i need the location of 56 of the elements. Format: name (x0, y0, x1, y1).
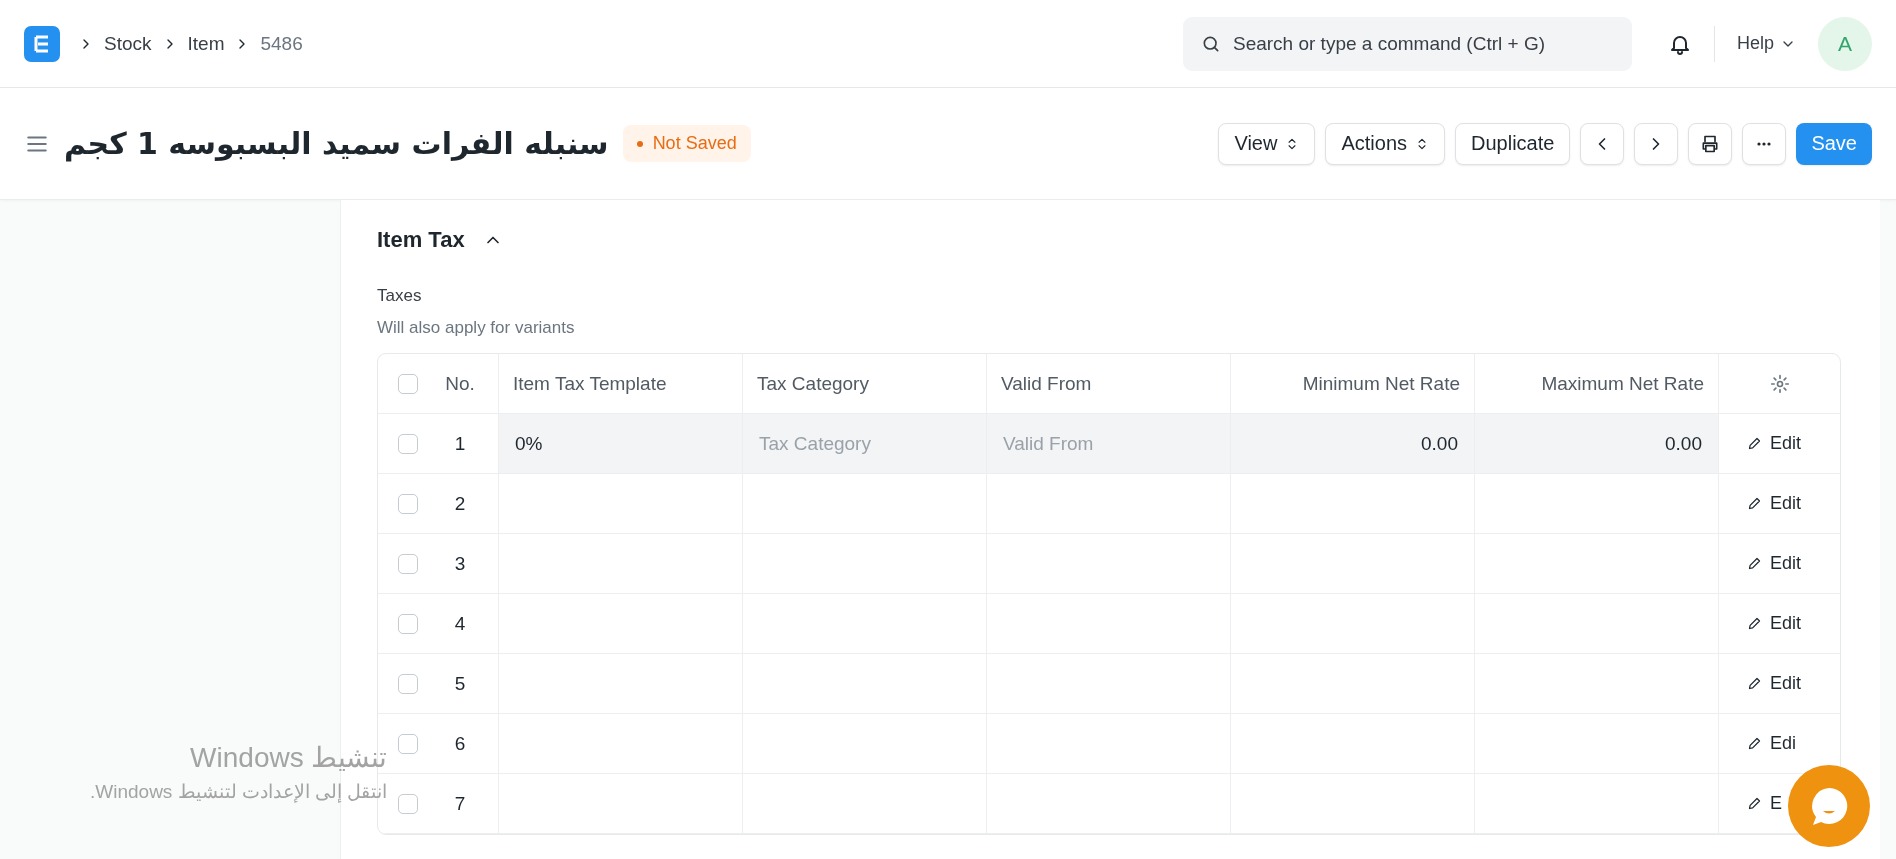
next-button[interactable] (1634, 122, 1679, 165)
settings-button[interactable] (1769, 373, 1790, 394)
pencil-icon (1747, 496, 1762, 511)
more-icon (1757, 141, 1772, 146)
pencil-icon (1747, 436, 1762, 451)
table-cell[interactable]: 0.00 (1475, 414, 1719, 473)
more-button[interactable] (1742, 122, 1787, 165)
column-header: Valid From (987, 354, 1231, 413)
edit-button[interactable]: Edit (1747, 493, 1802, 514)
duplicate-button[interactable]: Duplicate (1455, 122, 1571, 165)
pencil-icon (1747, 616, 1762, 631)
column-header: Item Tax Template (499, 354, 743, 413)
pencil-icon (1747, 676, 1762, 691)
section-title: Item Tax (377, 227, 465, 253)
breadcrumb-link[interactable]: 5486 (260, 32, 303, 55)
activation-title: تنشيط Windows (189, 741, 388, 774)
settings-icon (1769, 373, 1790, 394)
pencil-icon (1747, 796, 1762, 811)
logo-icon (34, 33, 50, 54)
row-checkbox[interactable] (398, 493, 418, 514)
column-header: Maximum Net Rate (1475, 354, 1719, 413)
field-label: Taxes (377, 286, 423, 306)
edit-button[interactable]: Edi (1747, 733, 1796, 754)
column-header: No. (422, 354, 499, 413)
row-checkbox[interactable] (398, 733, 418, 754)
app-logo[interactable] (24, 25, 60, 62)
page-title: سنبله الفرات سميد البسبوسه 1 كجم (64, 126, 609, 161)
help-menu[interactable]: Help (1736, 33, 1796, 54)
print-button[interactable] (1688, 122, 1733, 165)
select-all-checkbox[interactable] (398, 373, 418, 394)
edit-button[interactable]: Edit (1747, 553, 1802, 574)
dropdown-button[interactable]: View (1218, 122, 1316, 165)
activation-message: انتقل إلى الإعدادت لتنشيط Windows. (90, 780, 388, 803)
status-badge: Not Saved (622, 125, 751, 162)
row-checkbox[interactable] (398, 433, 418, 454)
edit-button[interactable]: Edit (1747, 673, 1802, 694)
dropdown-button[interactable]: Actions (1325, 122, 1445, 165)
row-checkbox[interactable] (398, 673, 418, 694)
edit-button[interactable]: E (1747, 793, 1782, 814)
search-field[interactable]: Search or type a command (Ctrl + G) (1182, 16, 1632, 71)
column-header: Tax Category (743, 354, 987, 413)
table-cell[interactable]: 0% (499, 414, 743, 473)
column-header: Minimum Net Rate (1231, 354, 1475, 413)
field-hint: Will also apply for variants (377, 318, 576, 338)
table-cell[interactable]: 0.00 (1231, 414, 1475, 473)
row-checkbox[interactable] (398, 613, 418, 634)
printer-icon (1700, 133, 1721, 154)
breadcrumb-link[interactable]: Item (187, 32, 225, 55)
row-checkbox[interactable] (398, 793, 418, 814)
pencil-icon (1747, 556, 1762, 571)
edit-button[interactable]: Edit (1747, 613, 1802, 634)
row-checkbox[interactable] (398, 553, 418, 574)
edit-button[interactable]: Edit (1747, 433, 1802, 454)
pencil-icon (1747, 736, 1762, 751)
previous-button[interactable] (1580, 122, 1625, 165)
breadcrumb-link[interactable]: Stock (104, 32, 152, 55)
